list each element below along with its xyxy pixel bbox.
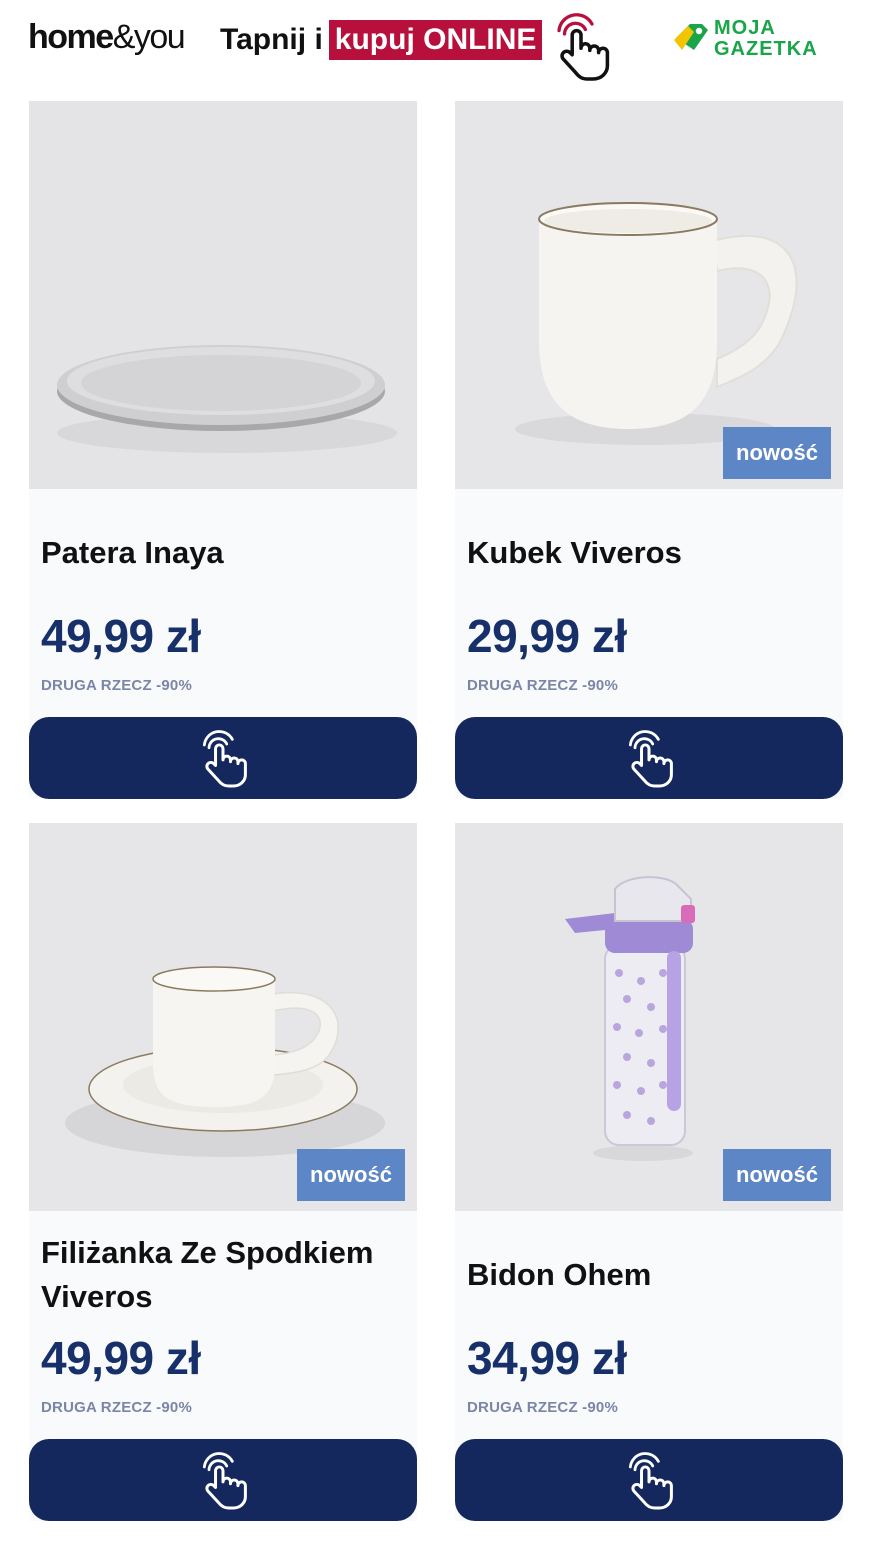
- new-badge: nowość: [297, 1149, 405, 1201]
- tap-hand-icon: [621, 1450, 677, 1510]
- tap-hand-icon: [621, 728, 677, 788]
- product-card[interactable]: nowość Bidon Ohem 34,99 zł DRUGA RZECZ -…: [455, 823, 843, 1521]
- top-banner: home&you Tapnij i kupuj ONLINE MOJA GAZE…: [0, 0, 872, 95]
- tagline-highlight: kupuj ONLINE: [328, 20, 543, 60]
- buy-online-button[interactable]: [455, 717, 843, 799]
- product-image-mug[interactable]: nowość: [455, 101, 843, 489]
- buy-online-button[interactable]: [455, 1439, 843, 1521]
- product-price: 29,99 zł: [467, 610, 627, 662]
- tap-hand-icon: [195, 1450, 251, 1510]
- product-price: 49,99 zł: [41, 610, 201, 662]
- tap-to-buy-tagline[interactable]: Tapnij i kupuj ONLINE: [220, 20, 543, 60]
- tagline-text: Tapnij i: [220, 23, 323, 56]
- price-tag-icon: [674, 24, 708, 50]
- tap-hand-icon: [557, 13, 610, 81]
- promo-label: DRUGA RZECZ -90%: [41, 1399, 192, 1416]
- product-name[interactable]: Bidon Ohem: [467, 1253, 837, 1297]
- logo-home-text: home: [28, 18, 114, 56]
- moja-gazetka-logo[interactable]: MOJA GAZETKA: [672, 18, 847, 62]
- product-name[interactable]: Kubek Viveros: [467, 531, 837, 575]
- moja-line: MOJA: [714, 17, 776, 39]
- buy-online-button[interactable]: [29, 1439, 417, 1521]
- promo-label: DRUGA RZECZ -90%: [41, 677, 192, 694]
- product-price: 34,99 zł: [467, 1332, 627, 1384]
- home-and-you-logo[interactable]: home&you: [28, 18, 186, 57]
- product-card[interactable]: nowość Kubek Viveros 29,99 zł DRUGA RZEC…: [455, 101, 843, 799]
- plate-image: [29, 101, 417, 489]
- new-badge: nowość: [723, 427, 831, 479]
- promo-label: DRUGA RZECZ -90%: [467, 1399, 618, 1416]
- product-image-cup-saucer[interactable]: nowość: [29, 823, 417, 1211]
- promo-label: DRUGA RZECZ -90%: [467, 677, 618, 694]
- product-image-plate[interactable]: [29, 101, 417, 489]
- gazetka-line: GAZETKA: [714, 38, 818, 60]
- logo-you-text: &you: [112, 18, 186, 56]
- new-badge: nowość: [723, 1149, 831, 1201]
- product-name[interactable]: Patera Inaya: [41, 531, 411, 575]
- moja-gazetka-text: MOJA GAZETKA: [714, 18, 818, 60]
- product-price: 49,99 zł: [41, 1332, 201, 1384]
- product-card[interactable]: Patera Inaya 49,99 zł DRUGA RZECZ -90%: [29, 101, 417, 799]
- product-card[interactable]: nowość Filiżanka Ze Spodkiem Viveros 49,…: [29, 823, 417, 1521]
- product-name[interactable]: Filiżanka Ze Spodkiem Viveros: [41, 1231, 411, 1319]
- buy-online-button[interactable]: [29, 717, 417, 799]
- tap-hand-icon: [195, 728, 251, 788]
- product-image-bottle[interactable]: nowość: [455, 823, 843, 1211]
